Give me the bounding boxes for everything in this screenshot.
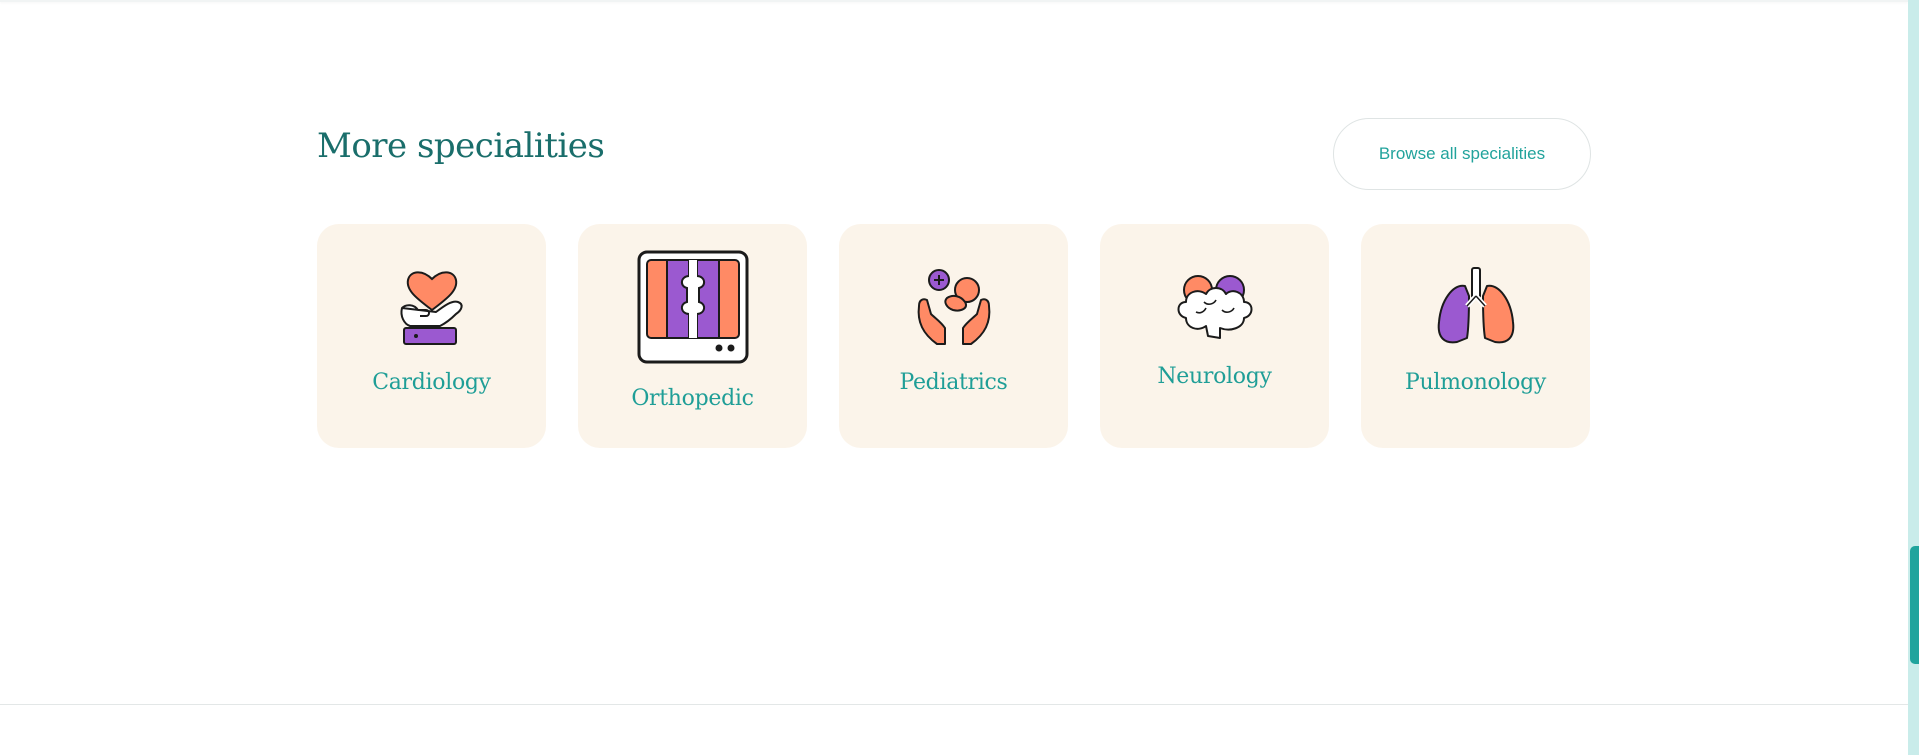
- card-label: Pulmonology: [1404, 370, 1547, 395]
- card-label: Neurology: [1157, 364, 1272, 389]
- specialities-list: Cardiology Orthopedic Pediatrics Neurolo…: [317, 224, 1590, 448]
- card-orthopedic[interactable]: Orthopedic: [578, 224, 807, 448]
- brain-icon: [1174, 272, 1256, 347]
- section-title: More specialities: [317, 126, 605, 166]
- scrollbar-track[interactable]: [1908, 0, 1919, 755]
- scrollbar-thumb[interactable]: [1910, 546, 1919, 664]
- card-label: Orthopedic: [631, 386, 754, 411]
- header-shadow: [0, 0, 1908, 2]
- card-neurology[interactable]: Neurology: [1100, 224, 1329, 448]
- heart-hand-icon: [396, 266, 468, 353]
- card-pediatrics[interactable]: Pediatrics: [839, 224, 1068, 448]
- footer-divider: [0, 704, 1908, 705]
- browse-all-specialities-button[interactable]: Browse all specialities: [1333, 118, 1591, 190]
- xray-bone-icon: [637, 250, 749, 369]
- card-pulmonology[interactable]: Pulmonology: [1361, 224, 1590, 448]
- card-label: Cardiology: [372, 370, 491, 395]
- card-cardiology[interactable]: Cardiology: [317, 224, 546, 448]
- baby-hands-icon: [915, 266, 993, 353]
- card-label: Pediatrics: [899, 370, 1008, 395]
- lungs-icon: [1435, 266, 1517, 351]
